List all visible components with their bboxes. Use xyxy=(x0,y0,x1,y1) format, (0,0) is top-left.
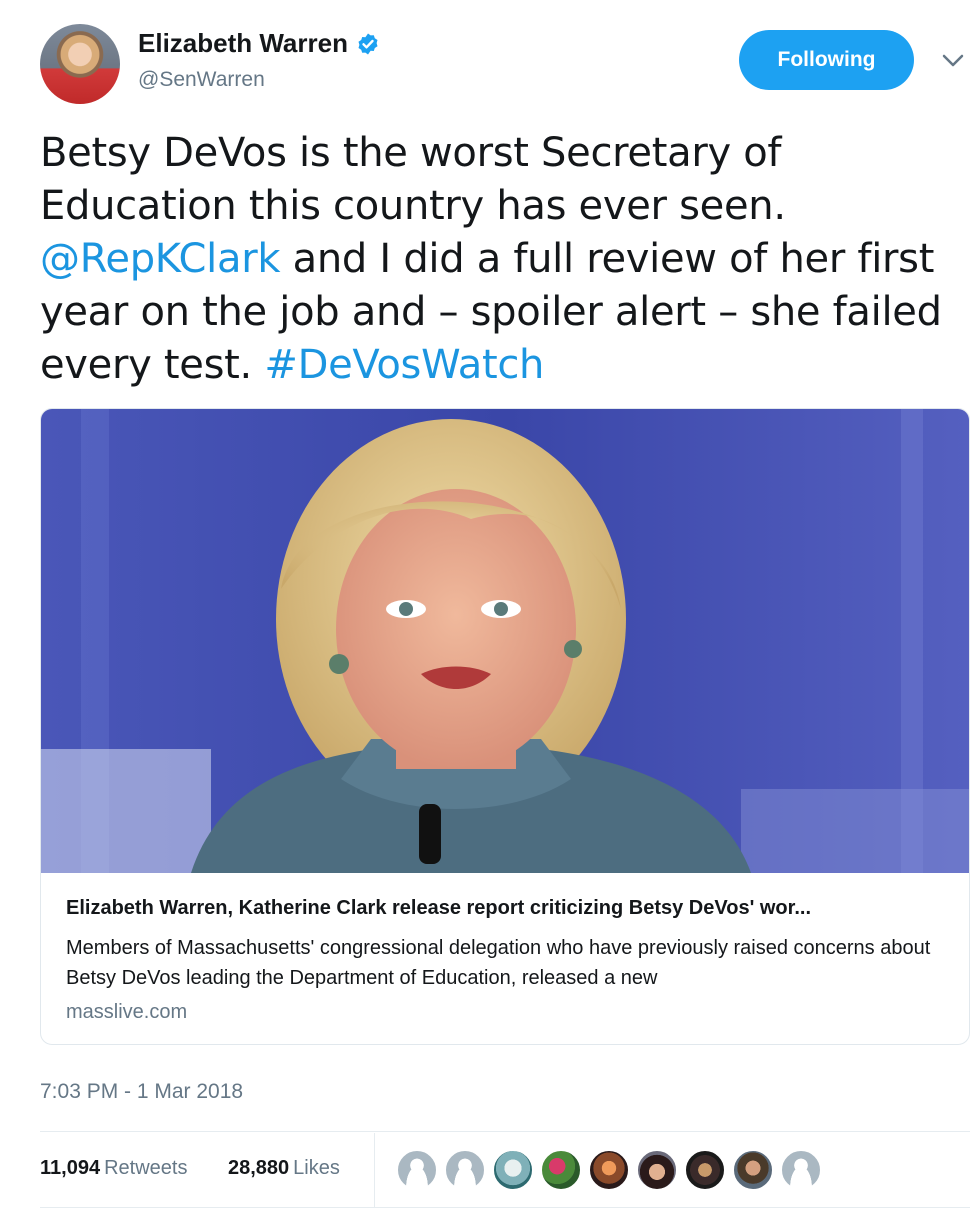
liker-avatar[interactable] xyxy=(780,1149,822,1191)
link-preview-card[interactable]: Elizabeth Warren, Katherine Clark releas… xyxy=(40,408,970,1045)
tweet-text-segment: every test. xyxy=(40,342,265,388)
retweets-stat[interactable]: 11,094 Retweets xyxy=(40,1157,187,1180)
liker-avatar[interactable] xyxy=(492,1149,534,1191)
card-description: Members of Massachusetts' congressional … xyxy=(66,937,931,989)
tweet-text-segment: year on the job and – spoiler alert – sh… xyxy=(40,289,942,335)
divider xyxy=(40,1207,970,1208)
following-button[interactable]: Following xyxy=(739,30,914,90)
liker-avatar[interactable] xyxy=(636,1149,678,1191)
liker-avatar[interactable] xyxy=(396,1149,438,1191)
tweet-stats: 11,094 Retweets 28,880 Likes xyxy=(40,1133,970,1207)
tweet-header: Elizabeth Warren @SenWarren Following xyxy=(0,0,980,120)
retweets-label: Retweets xyxy=(104,1157,188,1179)
tweet-line: Education this country has ever seen. xyxy=(40,180,975,233)
stats-separator xyxy=(374,1133,375,1207)
author-name-row[interactable]: Elizabeth Warren xyxy=(138,28,380,59)
liker-avatar[interactable] xyxy=(588,1149,630,1191)
card-title[interactable]: Elizabeth Warren, Katherine Clark releas… xyxy=(66,897,946,920)
tweet-text-segment: Betsy DeVos is the worst Secretary of xyxy=(40,130,782,176)
tweet-text-segment: and I did a full review of her first xyxy=(280,236,935,282)
card-image[interactable] xyxy=(41,409,970,873)
card-domain[interactable]: masslive.com xyxy=(66,1001,187,1024)
tweet-text-segment: Education this country has ever seen. xyxy=(40,183,786,229)
tweet-timestamp[interactable]: 7:03 PM - 1 Mar 2018 xyxy=(40,1080,243,1104)
retweets-count: 11,094 xyxy=(40,1157,101,1179)
likers-avatars xyxy=(396,1149,828,1191)
liker-avatar[interactable] xyxy=(540,1149,582,1191)
hashtag-link[interactable]: #DeVosWatch xyxy=(264,342,544,388)
card-body[interactable]: Elizabeth Warren, Katherine Clark releas… xyxy=(41,873,969,1044)
liker-avatar[interactable] xyxy=(444,1149,486,1191)
author-name[interactable]: Elizabeth Warren xyxy=(138,28,348,59)
mention-link[interactable]: @RepKClark xyxy=(40,236,281,282)
liker-avatar[interactable] xyxy=(732,1149,774,1191)
tweet-line: @RepKClark and I did a full review of he… xyxy=(40,233,975,286)
author-handle[interactable]: @SenWarren xyxy=(138,68,265,92)
author-avatar[interactable] xyxy=(40,24,120,104)
likes-count: 28,880 xyxy=(228,1157,290,1179)
tweet-text: Betsy DeVos is the worst Secretary of Ed… xyxy=(40,127,975,392)
tweet-line: Betsy DeVos is the worst Secretary of xyxy=(40,127,975,180)
divider xyxy=(40,1131,970,1132)
chevron-down-icon[interactable] xyxy=(940,50,966,70)
verified-badge-icon xyxy=(358,33,378,54)
tweet-line: year on the job and – spoiler alert – sh… xyxy=(40,286,975,339)
likes-label: Likes xyxy=(293,1157,340,1179)
tweet-line: every test. #DeVosWatch xyxy=(40,339,975,392)
liker-avatar[interactable] xyxy=(684,1149,726,1191)
likes-stat[interactable]: 28,880 Likes xyxy=(228,1157,340,1180)
